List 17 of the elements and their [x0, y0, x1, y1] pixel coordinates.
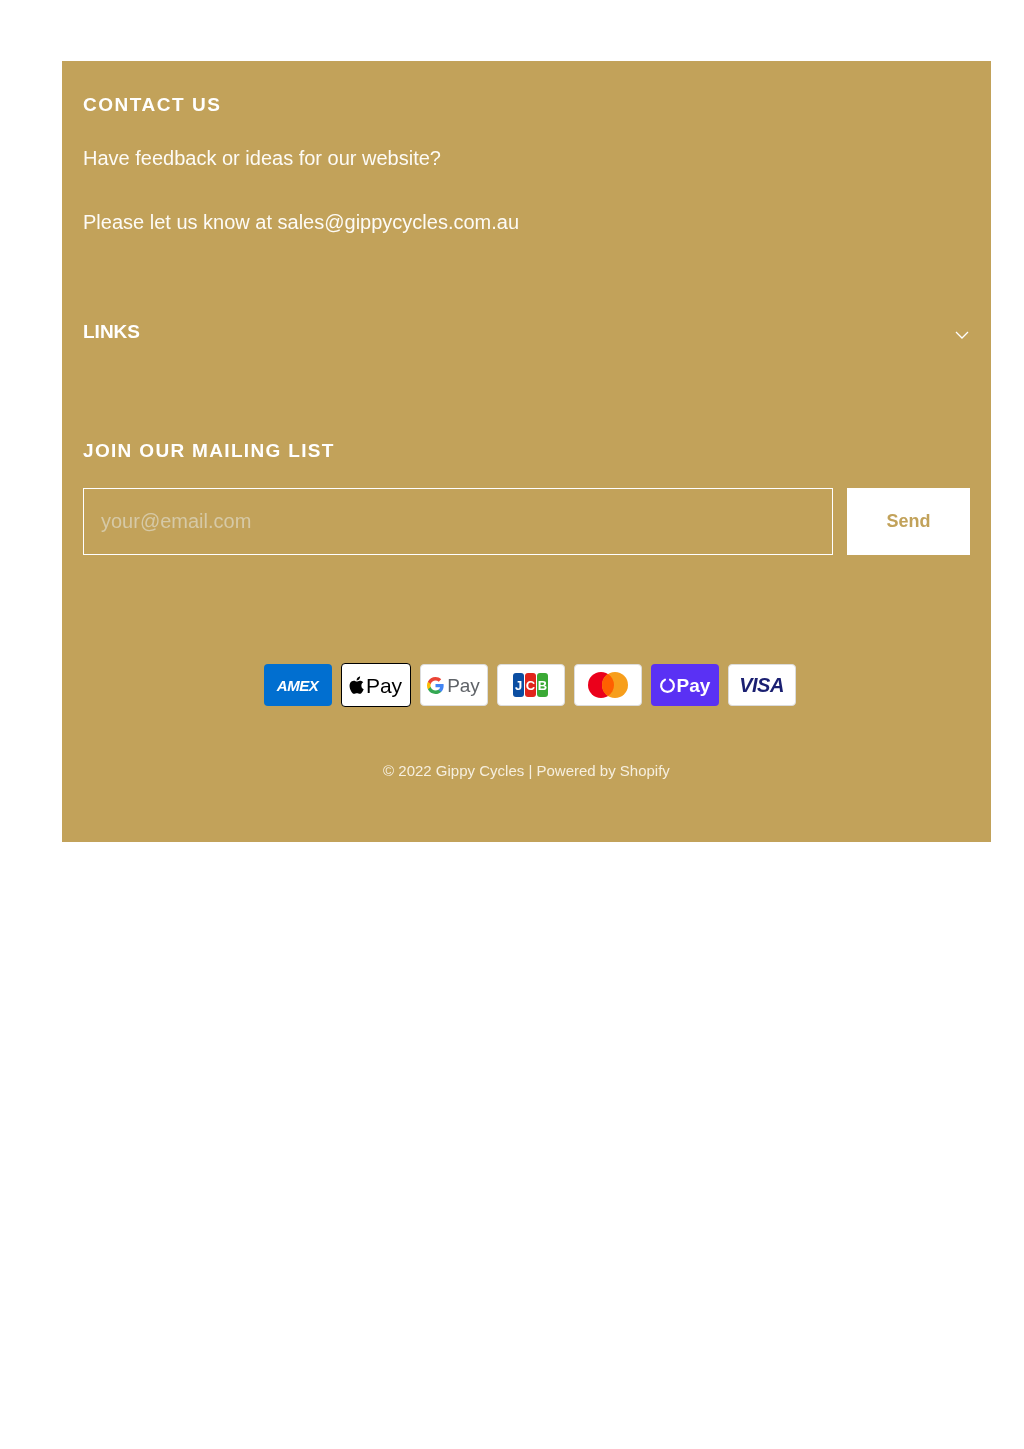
copyright-text: © 2022 Gippy Cycles | Powered by Shopify: [382, 761, 671, 781]
links-accordion-toggle[interactable]: LINKS: [83, 320, 970, 344]
contact-text: Please let us know at sales@gippycycles.com.au: [83, 210, 521, 235]
section-heading: JOIN OUR MAILING LIST: [83, 439, 336, 463]
section-heading: CONTACT US: [83, 93, 223, 117]
payment-logo-text: Pay: [365, 674, 403, 696]
payment-logo-text: Pay: [447, 675, 480, 695]
multicolor-g-icon: [427, 676, 445, 694]
contact-text: Have feedback or ideas for our website?: [83, 146, 442, 171]
payment-logo-text: Pay: [676, 675, 711, 695]
send-button[interactable]: Send: [847, 488, 970, 555]
payment-logo-text: AMEX: [276, 677, 319, 693]
overlapping-circles-icon: [586, 671, 629, 699]
payment-logo-text: VISA: [739, 675, 784, 695]
email-field[interactable]: your@email.com: [83, 488, 833, 555]
apple-icon: [348, 675, 364, 695]
open-ring-icon: [658, 676, 676, 694]
